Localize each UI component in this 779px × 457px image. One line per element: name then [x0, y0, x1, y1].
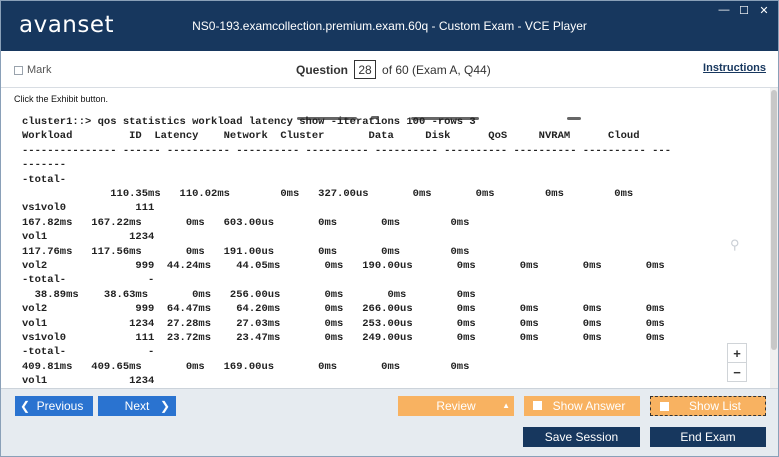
exhibit-line: -total- -: [22, 274, 155, 287]
zoom-in-button[interactable]: +: [727, 343, 747, 363]
mark-label: Mark: [27, 64, 52, 76]
mark-checkbox[interactable]: Mark: [14, 64, 51, 76]
review-button[interactable]: Review ▲: [398, 396, 514, 416]
show-answer-label: Show Answer: [552, 399, 626, 413]
question-bar: Mark Question 28 of 60 (Exam A, Q44) Ins…: [1, 51, 778, 88]
vertical-scrollbar[interactable]: [770, 88, 778, 388]
exhibit-line: vol2 999 44.24ms 44.05ms 0ms 190.00us 0m…: [22, 260, 665, 272]
end-exam-button[interactable]: End Exam: [650, 427, 766, 447]
show-list-label: Show List: [688, 399, 742, 413]
question-content: Click the Exhibit button. cluster1::> qo…: [1, 88, 770, 402]
save-session-button[interactable]: Save Session: [523, 427, 640, 447]
exhibit-line: 110.35ms 110.02ms 0ms 327.00us 0ms 0ms 0…: [22, 188, 634, 200]
exhibit-line: vol2 999 64.47ms 64.20ms 0ms 266.00us 0m…: [22, 303, 665, 316]
chevron-left-icon: ❮: [20, 399, 31, 413]
review-label: Review: [436, 399, 476, 413]
scrollbar-thumb[interactable]: [771, 90, 777, 350]
question-number-input[interactable]: 28: [354, 60, 377, 79]
question-of-text: of 60 (Exam A, Q44): [382, 62, 491, 77]
footer-toolbar: ❮ Previous Next ❯ Review ▲ Show Answer S…: [1, 388, 778, 456]
chevron-right-icon: ❯: [159, 399, 170, 413]
checkbox-icon[interactable]: [14, 65, 23, 75]
exhibit-line: --------------- ------ ---------- ------…: [22, 144, 672, 157]
window-controls: — ☐ ✕: [716, 3, 772, 17]
vce-player-window: avanset NS0-193.examcollection.premium.e…: [0, 0, 779, 457]
previous-button[interactable]: ❮ Previous: [15, 396, 93, 416]
exhibit-line: cluster1::> qos statistics workload late…: [22, 116, 476, 128]
window-title: NS0-193.examcollection.premium.exam.60q …: [192, 19, 587, 33]
minimize-icon[interactable]: —: [716, 3, 732, 17]
exhibit-line: -total-: [22, 173, 67, 186]
exhibit-line: vs1vol0 111: [22, 202, 155, 215]
exhibit-line: vol1 1234: [22, 231, 155, 244]
question-info: Question 28 of 60 (Exam A, Q44): [296, 60, 491, 79]
show-answer-button[interactable]: Show Answer: [524, 396, 640, 416]
title-bar: avanset NS0-193.examcollection.premium.e…: [1, 1, 778, 51]
exhibit-line: vol1 1234 27.28ms 27.03ms 0ms 253.00us 0…: [22, 317, 665, 330]
instructions-link[interactable]: Instructions: [703, 62, 766, 74]
exhibit-line: 38.89ms 38.63ms 0ms 256.00us 0ms 0ms 0ms: [22, 288, 476, 301]
exhibit-line: 409.81ms 409.65ms 0ms 169.00us 0ms 0ms 0…: [22, 360, 470, 373]
previous-label: Previous: [36, 399, 84, 413]
exhibit-line: vol1 1234: [22, 375, 155, 388]
zoom-out-button[interactable]: −: [727, 362, 747, 382]
checkbox-icon[interactable]: [660, 402, 669, 411]
exhibit-line: -------: [22, 159, 67, 172]
question-label: Question: [296, 62, 349, 77]
next-button[interactable]: Next ❯: [98, 396, 176, 416]
magnifier-icon: ⚲: [730, 237, 740, 252]
checkbox-icon[interactable]: [533, 401, 542, 410]
close-icon[interactable]: ✕: [756, 3, 772, 17]
maximize-icon[interactable]: ☐: [736, 3, 752, 17]
exhibit-line: Workload ID Latency Network Cluster Data…: [22, 130, 640, 143]
question-prompt: Click the Exhibit button.: [14, 94, 109, 104]
chevron-up-icon: ▲: [502, 401, 510, 410]
exhibit-line: 117.76ms 117.56ms 0ms 191.00us 0ms 0ms 0…: [22, 245, 470, 258]
exhibit-line: vs1vol0 111 23.72ms 23.47ms 0ms 249.00us…: [22, 332, 665, 344]
next-label: Next: [124, 399, 150, 413]
show-list-button[interactable]: Show List: [650, 396, 766, 416]
scan-artifact: [567, 117, 581, 120]
exhibit-line: 167.82ms 167.22ms 0ms 603.00us 0ms 0ms 0…: [22, 216, 470, 229]
exhibit-line: -total- -: [22, 346, 155, 359]
